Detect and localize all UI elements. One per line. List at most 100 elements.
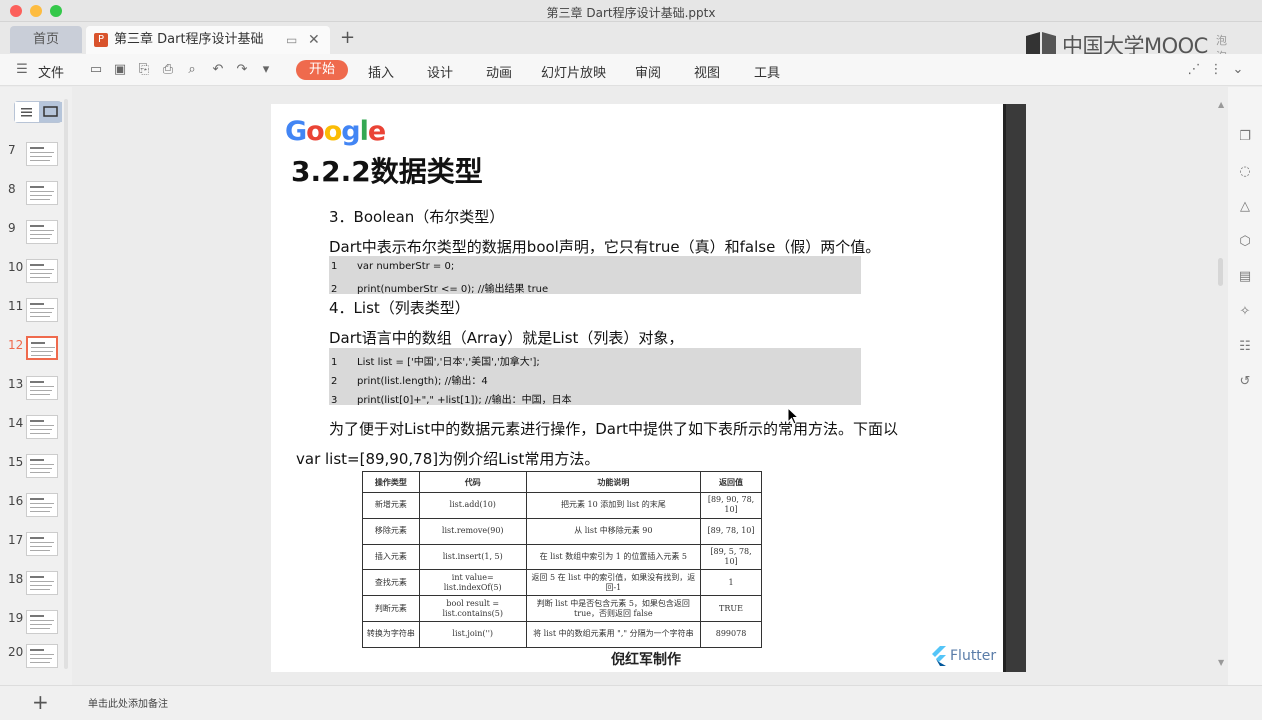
history-icon[interactable]: ↺ [1236,373,1254,391]
more-dropdown-icon[interactable]: ▾ [258,62,274,78]
slide-thumbnail[interactable] [26,454,58,478]
tab-home[interactable]: 首页 [10,26,82,53]
table-row: 插入元素 list.insert(1, 5) 在 list 数组中索引为 1 的… [362,543,762,571]
slide-thumbnail[interactable] [26,644,58,668]
undo-icon[interactable]: ↶ [210,62,226,78]
open-folder-icon[interactable]: ▭ [88,62,104,78]
table-header: 代码 [418,471,527,493]
outline-view-icon[interactable] [15,102,38,122]
slide-thumbnail[interactable] [26,220,58,244]
tab-animation[interactable]: 动画 [486,62,512,81]
tab-document[interactable]: P 第三章 Dart程序设计基础 ▭ ✕ [86,26,330,54]
save-icon[interactable]: ▣ [112,62,128,78]
pptx-file-icon: P [94,33,108,47]
logo-letter: g [341,116,360,147]
slide-thumbnail[interactable] [26,259,58,283]
table-row: 转换为字符串 list.join('') 将 list 中的数组元素用 "," … [362,620,762,648]
author-credit[interactable]: 倪红军制作 [611,649,681,669]
table-cell: list.add(10) [418,492,527,519]
flutter-logo-text: Flutter [950,648,997,664]
slide-thumbnail[interactable] [26,493,58,517]
print-icon[interactable]: ⎙ [160,62,176,78]
mouse-cursor-icon [787,407,799,425]
share-icon[interactable]: ⋰ [1186,62,1202,78]
tab-slideshow[interactable]: 幻灯片放映 [541,62,606,81]
tab-design[interactable]: 设计 [427,62,453,81]
paragraph-list[interactable]: Dart语言中的数组（Array）就是List（列表）对象， [329,327,683,348]
add-slide-icon[interactable]: + [32,690,49,714]
print-preview-icon[interactable]: ⌕ [184,62,200,78]
table-cell: bool result = list.contains(5) [418,595,527,622]
view-toggle[interactable] [14,101,62,123]
thumbnail-number: 13 [8,377,24,391]
shapes-icon[interactable]: ◌ [1236,163,1254,181]
paragraph-methods-intro[interactable]: 为了便于对List中的数据元素进行操作，Dart中提供了如下表所示的常用方法。下… [329,418,898,439]
flutter-icon [932,646,946,666]
slide-thumbnail[interactable] [26,532,58,556]
table-cell: 判断元素 [362,595,420,622]
vertical-scrollbar[interactable]: ▲ ▼ [1216,100,1224,670]
transition-icon[interactable]: ⬡ [1236,233,1254,251]
tab-insert[interactable]: 插入 [368,62,394,81]
more-icon[interactable]: ⋮ [1208,62,1224,78]
section-list[interactable]: 4．List（列表类型） [329,297,470,318]
table-cell: 在 list 数组中索引为 1 的位置插入元素 5 [525,543,702,571]
thumbnail-view-icon[interactable] [39,102,62,122]
thumbnail-number-active: 12 [8,338,24,352]
tab-review[interactable]: 审阅 [635,62,661,81]
notes-placeholder[interactable]: 单击此处添加备注 [88,695,168,710]
slide-thumbnail[interactable] [26,181,58,205]
thumbnail-scrollbar[interactable] [64,99,68,669]
table-cell: int value= list.indexOf(5) [418,569,527,597]
slide-thumbnail[interactable] [26,415,58,439]
section-boolean[interactable]: 3．Boolean（布尔类型） [329,206,504,227]
list-methods-table[interactable]: 操作类型 代码 功能说明 返回值 新增元素 list.add(10) 把元素 1… [362,471,762,648]
slide-thumbnail[interactable] [26,571,58,595]
thumbnail-number: 16 [8,494,24,508]
slide-thumbnail[interactable] [26,142,58,166]
table-header: 功能说明 [525,471,702,493]
copy-slide-icon[interactable]: ❐ [1236,128,1254,146]
slide-title[interactable]: 3.2.2数据类型 [291,150,483,190]
table-cell: list.insert(1, 5) [418,543,527,571]
export-icon[interactable]: ⎘ [136,62,152,78]
paragraph-methods-example[interactable]: var list=[89,90,78]为例介绍List常用方法。 [296,448,599,469]
settings-sliders-icon[interactable]: ☷ [1236,338,1254,356]
menu-icon[interactable]: ☰ [14,62,30,78]
code-line: 1 List list = ['中国','日本','美国','加拿大']; [331,357,540,368]
scroll-up-icon[interactable]: ▲ [1218,100,1224,109]
tab-tools[interactable]: 工具 [754,62,780,81]
close-tab-icon[interactable]: ✕ [308,26,320,54]
code-block-bool[interactable]: 1 var numberStr = 0; 2 print(numberStr <= … [329,256,861,295]
tab-start[interactable]: 开始 [296,60,348,80]
window-icon[interactable]: ▭ [286,26,297,54]
tab-view[interactable]: 视图 [694,62,720,81]
notes-bar: + 单击此处添加备注 [0,685,1262,720]
slide-thumbnail-active[interactable] [26,336,58,360]
table-cell: 1 [700,569,762,597]
file-menu[interactable]: 文件 [38,62,64,81]
slide-thumbnail[interactable] [26,298,58,322]
table-cell: 移除元素 [362,517,420,545]
scrollbar-thumb[interactable] [1218,258,1223,286]
media-icon[interactable]: ▤ [1236,268,1254,286]
paragraph-bool[interactable]: Dart中表示布尔类型的数据用bool声明，它只有true（真）和false（假… [329,236,880,257]
thumbnail-number: 10 [8,260,24,274]
table-cell: 转换为字符串 [362,620,420,648]
collapse-chevron-icon[interactable]: ⌄ [1230,62,1246,78]
code-block-list[interactable]: 1 List list = ['中国','日本','美国','加拿大']; 2 pr… [329,348,861,406]
logo-letter: e [367,116,386,147]
animation-icon[interactable]: ✧ [1236,303,1254,321]
new-tab-button[interactable]: + [340,27,355,48]
redo-icon[interactable]: ↷ [234,62,250,78]
window-titlebar: 第三章 Dart程序设计基础.pptx [0,0,1262,22]
table-row: 新增元素 list.add(10) 把元素 10 添加到 list 的末尾 [8… [362,492,762,519]
table-cell: 把元素 10 添加到 list 的末尾 [525,492,702,519]
scroll-down-icon[interactable]: ▼ [1218,658,1224,667]
slide-thumbnail[interactable] [26,610,58,634]
table-cell: TRUE [700,595,762,622]
table-cell: 将 list 中的数组元素用 "," 分隔为一个字符串 [525,620,702,648]
thumbnail-number: 15 [8,455,24,469]
style-icon[interactable]: △ [1236,198,1254,216]
slide-thumbnail[interactable] [26,376,58,400]
